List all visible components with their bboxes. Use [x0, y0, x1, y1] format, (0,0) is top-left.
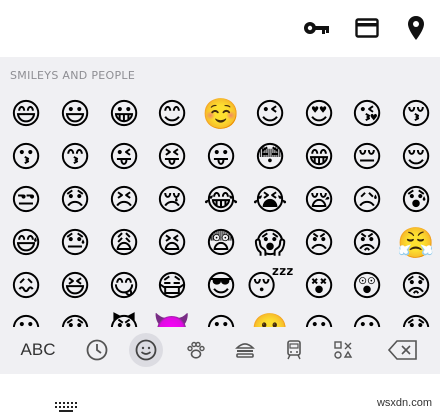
emoji-key[interactable]: 😤 — [397, 227, 434, 261]
train-icon[interactable] — [277, 333, 311, 367]
emoji-key[interactable]: 😓 — [58, 227, 92, 261]
emoji-key[interactable]: 😋 — [107, 270, 141, 304]
emoji-key[interactable]: 😅 — [9, 227, 43, 261]
emoji-key[interactable]: 😔 — [350, 141, 384, 175]
emoji-key[interactable]: 😩 — [107, 227, 141, 261]
emoji-key[interactable]: 😝 — [155, 141, 189, 175]
emoji-key[interactable]: 😱 — [253, 227, 287, 261]
emoji-key[interactable]: 😃 — [58, 98, 92, 132]
emoji-key[interactable]: 😛 — [204, 141, 238, 175]
emoji-key[interactable]: 😦 — [9, 313, 43, 328]
emoji-key[interactable]: 😘 — [350, 98, 384, 132]
emoji-key[interactable]: 😥 — [350, 184, 384, 218]
bottom-bar: wsxdn.com — [0, 374, 440, 415]
emoji-key[interactable]: 😭 — [252, 184, 287, 218]
emoji-key[interactable]: 😊 — [155, 98, 189, 132]
emoji-key[interactable]: 😡 — [350, 227, 384, 261]
clock-icon[interactable] — [80, 333, 114, 367]
emoji-key[interactable]: 😚 — [399, 98, 433, 132]
paw-icon[interactable] — [179, 333, 213, 367]
emoji-key[interactable]: 😨 — [204, 227, 238, 261]
keyboard-icon[interactable] — [54, 398, 78, 417]
emoji-key[interactable]: ☺️ — [202, 98, 239, 132]
emoji-key[interactable]: 😣 — [107, 184, 141, 218]
emoji-key[interactable]: 😎 — [204, 270, 238, 304]
abc-button[interactable]: ABC — [18, 333, 58, 367]
burger-icon[interactable] — [228, 333, 262, 367]
emoji-key[interactable]: 😐 — [302, 313, 336, 328]
emoji-panel: SMILEYS AND PEOPLE 😄 😃 😀 😊 ☺️ 😉 😍 😘 😚 😗 😙 😜 😝 😛 😳 😁 😔 😌 😒 😞… — [0, 57, 440, 327]
emoji-key[interactable]: 😵 — [302, 270, 336, 304]
top-toolbar — [0, 0, 440, 57]
emoji-key[interactable]: 😒 — [9, 184, 43, 218]
card-icon[interactable] — [353, 14, 381, 42]
watermark: wsxdn.com — [376, 397, 432, 409]
emoji-key[interactable]: 😕 — [350, 313, 384, 328]
emoji-key[interactable]: 😲 — [350, 270, 384, 304]
emoji-key[interactable]: 😁 — [302, 141, 336, 175]
emoji-key[interactable]: 😪 — [302, 184, 336, 218]
emoji-key[interactable]: 😢 — [155, 184, 189, 218]
symbols-icon[interactable] — [326, 333, 360, 367]
emoji-key[interactable]: 😀 — [107, 98, 141, 132]
backspace-icon[interactable] — [386, 333, 420, 367]
emoji-key[interactable]: 😬 — [251, 313, 288, 328]
category-bar: ABC — [0, 327, 440, 374]
emoji-key[interactable]: 😆 — [58, 270, 92, 304]
location-pin-icon[interactable] — [402, 14, 430, 42]
emoji-key[interactable]: 😞 — [58, 184, 92, 218]
emoji-key[interactable]: 😴 — [246, 270, 294, 304]
emoji-key[interactable]: 😜 — [107, 141, 141, 175]
emoji-key[interactable]: 😧 — [58, 313, 92, 328]
emoji-key[interactable]: 😷 — [155, 270, 189, 304]
emoji-key[interactable]: 😙 — [58, 141, 92, 175]
emoji-key[interactable]: 😗 — [9, 141, 43, 175]
emoji-key[interactable]: 😄 — [9, 98, 43, 132]
emoji-key[interactable]: 😖 — [9, 270, 43, 304]
emoji-key[interactable]: 😠 — [302, 227, 336, 261]
emoji-key[interactable]: 😌 — [399, 141, 433, 175]
smiley-icon[interactable] — [129, 333, 163, 367]
key-icon[interactable] — [303, 14, 331, 42]
emoji-key[interactable]: 😍 — [302, 98, 336, 132]
section-title: SMILEYS AND PEOPLE — [10, 69, 136, 82]
emoji-key[interactable]: 😮 — [204, 313, 238, 328]
emoji-key[interactable]: 😫 — [155, 227, 189, 261]
emoji-key[interactable]: 😰 — [399, 184, 433, 218]
emoji-key[interactable]: 😂 — [203, 184, 238, 218]
emoji-key[interactable]: 👿 — [153, 313, 190, 328]
emoji-key[interactable]: 😳 — [253, 141, 287, 175]
emoji-key[interactable]: 😟 — [399, 270, 433, 304]
emoji-key[interactable]: 😯 — [399, 313, 433, 328]
emoji-key[interactable]: 😉 — [253, 98, 287, 132]
emoji-key[interactable]: 😈 — [107, 313, 141, 328]
